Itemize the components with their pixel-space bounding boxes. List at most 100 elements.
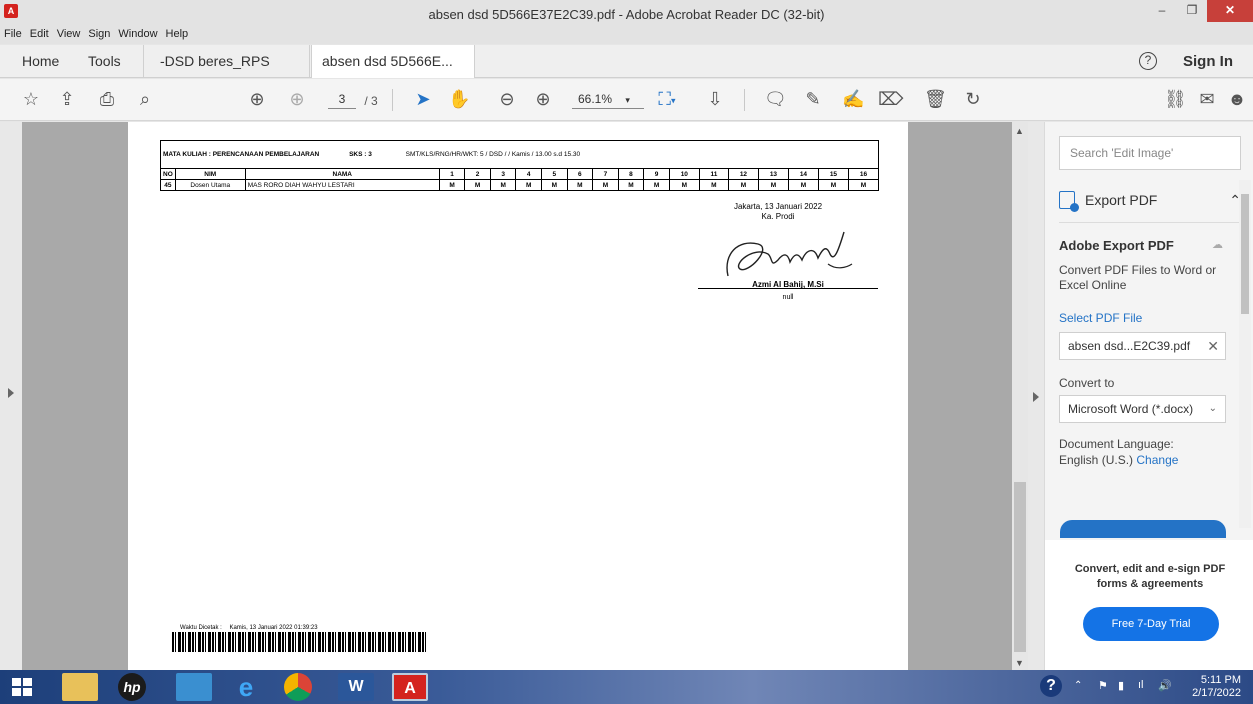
share-tag-icon[interactable]: ⌦	[878, 87, 903, 111]
free-trial-button[interactable]: Free 7-Day Trial	[1083, 607, 1219, 641]
col-session: 4	[515, 168, 542, 180]
table-header-info: MATA KULIAH : PERENCANAAN PEMBELAJARAN S…	[160, 140, 879, 169]
minimize-button[interactable]: –	[1147, 0, 1177, 22]
help-tray-icon[interactable]: ?	[1040, 675, 1062, 697]
clock-date: 2/17/2022	[1192, 687, 1241, 699]
menu-edit[interactable]: Edit	[30, 28, 49, 44]
col-session: 5	[541, 168, 568, 180]
tool-search-input[interactable]: Search 'Edit Image'	[1059, 136, 1241, 170]
course-name: MATA KULIAH : PERENCANAAN PEMBELAJARAN	[163, 151, 320, 158]
selected-file[interactable]: absen dsd...E2C39.pdf ✕	[1059, 332, 1226, 360]
show-hidden-icons[interactable]: ⌃	[1074, 680, 1082, 691]
volume-icon[interactable]: 🔊	[1158, 679, 1172, 692]
panel-scrollbar-thumb[interactable]	[1241, 194, 1249, 314]
doc-lang-value: English (U.S.)	[1059, 453, 1134, 467]
upload-cloud-icon[interactable]: ⇪	[56, 87, 78, 111]
search-zoom-icon[interactable]: ⌕	[134, 87, 156, 111]
convert-button[interactable]	[1060, 520, 1226, 538]
cell-nama: MAS RORO DIAH WAHYU LESTARI	[244, 179, 440, 191]
toolbar: ☆ ⇪ ⎙ ⌕ ⊕ ⊕ 3 / 3 ➤ ✋ ⊖ ⊕ 66.1% ▾ ⛶▾ ⇩ 🗨…	[0, 79, 1253, 121]
scroll-mode-icon[interactable]: ⇩	[704, 87, 726, 111]
taskbar: hp e W A ? ⌃ ⚑ ▮ ıl 🔊 5:11 PM 2/17/2022	[0, 670, 1253, 704]
menu-file[interactable]: File	[4, 28, 22, 44]
promo-section: Convert, edit and e-sign PDF forms & agr…	[1045, 540, 1253, 670]
word-icon[interactable]: W	[338, 673, 374, 701]
format-select[interactable]: Microsoft Word (*.docx) ⌄	[1059, 395, 1226, 423]
sign-in-button[interactable]: Sign In	[1183, 45, 1233, 78]
expand-arrow-icon	[8, 388, 14, 398]
close-window-button[interactable]: ✕	[1207, 0, 1253, 22]
toolbar-divider	[744, 89, 745, 111]
chrome-icon[interactable]	[284, 673, 312, 701]
place-date: Jakarta, 13 Januari 2022	[733, 202, 823, 211]
help-icon[interactable]: ?	[1139, 52, 1157, 70]
delete-icon[interactable]: 🗑	[924, 87, 947, 111]
network-icon[interactable]: ▮	[1118, 679, 1124, 692]
control-panel-icon[interactable]	[176, 673, 212, 701]
select-cursor-icon[interactable]: ➤	[412, 87, 434, 111]
page-down-icon[interactable]: ⊕	[286, 87, 308, 111]
internet-explorer-icon[interactable]: e	[228, 673, 264, 701]
page-up-icon[interactable]: ⊕	[246, 87, 268, 111]
scroll-down-icon[interactable]: ▼	[1015, 658, 1024, 668]
acrobat-taskbar-icon[interactable]: A	[392, 673, 428, 701]
zoom-in-icon[interactable]: ⊕	[532, 87, 554, 111]
panel-scrollbar[interactable]	[1239, 180, 1251, 528]
signature-icon[interactable]: ✍	[842, 87, 864, 111]
selected-file-name: absen dsd...E2C39.pdf	[1068, 339, 1191, 353]
change-language-link[interactable]: Change	[1136, 453, 1178, 467]
col-session: 12	[727, 168, 759, 180]
tab-tools[interactable]: Tools	[78, 45, 144, 78]
email-icon[interactable]: ✉	[1196, 87, 1218, 111]
remove-file-icon[interactable]: ✕	[1207, 333, 1219, 359]
windows-start-icon[interactable]	[12, 678, 32, 696]
print-icon[interactable]: ⎙	[96, 87, 118, 111]
menu-window[interactable]: Window	[118, 28, 157, 44]
document-language: Document Language: English (U.S.) Change	[1059, 436, 1229, 468]
chevron-down-icon: ⌄	[1208, 403, 1217, 414]
page-number-input[interactable]: 3	[328, 89, 356, 109]
hand-tool-icon[interactable]: ✋	[448, 87, 470, 111]
zoom-level-select[interactable]: 66.1% ▾	[572, 89, 644, 109]
menu-view[interactable]: View	[57, 28, 81, 44]
cell-mark: M	[566, 179, 594, 191]
menu-sign[interactable]: Sign	[88, 28, 110, 44]
export-pdf-header[interactable]: Export PDF ⌃	[1059, 188, 1241, 212]
hp-icon[interactable]: hp	[118, 673, 146, 701]
tab-home[interactable]: Home	[12, 45, 69, 78]
col-nama: NAMA	[244, 168, 440, 180]
system-clock[interactable]: 5:11 PM 2/17/2022	[1192, 674, 1241, 700]
zoom-out-icon[interactable]: ⊖	[496, 87, 518, 111]
document-scrollbar[interactable]: ▲ ▼	[1012, 122, 1028, 670]
signer-note: null	[782, 294, 794, 301]
menu-help[interactable]: Help	[166, 28, 189, 44]
divider	[1059, 222, 1241, 223]
select-pdf-file-link[interactable]: Select PDF File	[1059, 311, 1142, 325]
star-icon[interactable]: ☆	[20, 87, 42, 111]
tab-document-2[interactable]: absen dsd 5D566E... ×	[311, 45, 475, 102]
rotate-icon[interactable]: ↻	[962, 87, 984, 111]
convert-to-label: Convert to	[1059, 376, 1115, 390]
col-session: 15	[817, 168, 849, 180]
signal-icon[interactable]: ıl	[1138, 679, 1144, 691]
cell-mark: M	[698, 179, 729, 191]
left-pane-toggle[interactable]	[0, 122, 22, 670]
link-icon[interactable]: ⛓	[1164, 87, 1187, 111]
window-controls: – ❐ ✕	[1147, 0, 1253, 22]
handwritten-signature	[726, 231, 853, 277]
scrollbar-thumb[interactable]	[1014, 482, 1026, 652]
cell-nim: Dosen Utama	[174, 179, 246, 191]
tab-document-1[interactable]: -DSD beres_RPS PE...	[150, 45, 310, 102]
right-pane-toggle[interactable]	[1028, 122, 1044, 670]
comment-icon[interactable]: 🗨	[764, 87, 787, 111]
add-user-icon[interactable]: ☻	[1226, 87, 1248, 111]
flag-icon[interactable]: ⚑	[1098, 679, 1108, 692]
restore-button[interactable]: ❐	[1177, 0, 1207, 22]
printed-time: Waktu Dicetak : Kamis, 13 Januari 2022 0…	[180, 625, 318, 631]
doc-lang-label: Document Language:	[1059, 437, 1174, 451]
signer-name: Azmi Al Bahij, M.Si	[752, 280, 824, 289]
highlight-pen-icon[interactable]: ✎	[802, 87, 824, 111]
file-explorer-icon[interactable]	[62, 673, 98, 701]
scroll-up-icon[interactable]: ▲	[1015, 126, 1024, 136]
fit-page-icon[interactable]: ⛶▾	[656, 87, 678, 111]
